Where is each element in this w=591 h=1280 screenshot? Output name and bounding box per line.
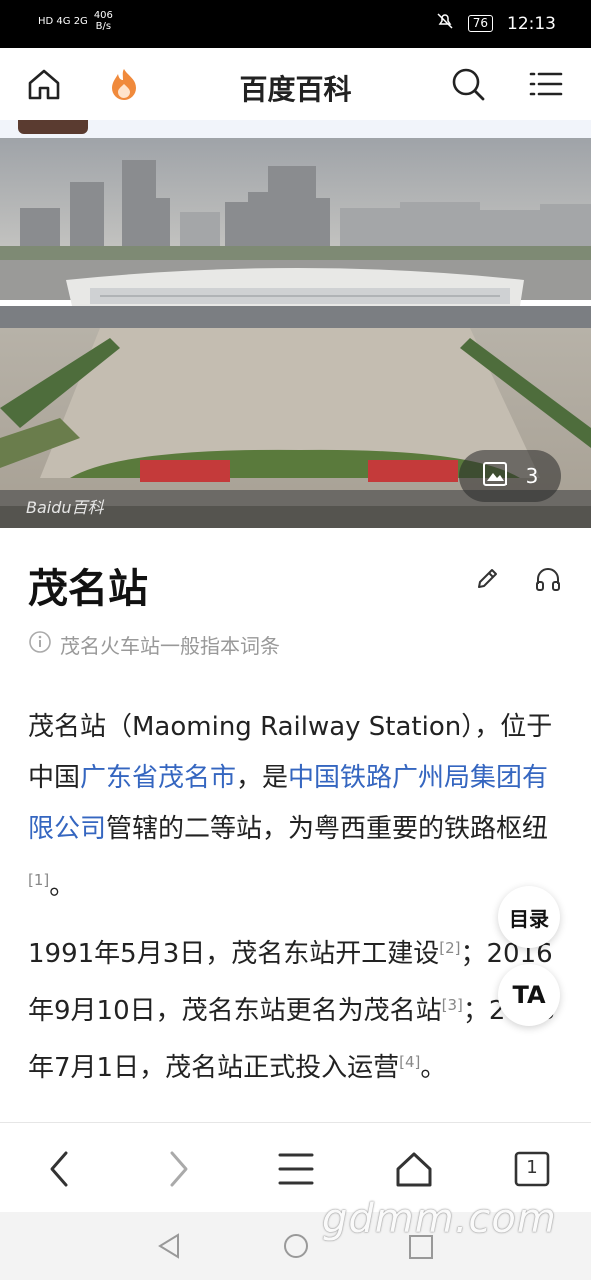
net-speed: 406 B/s: [93, 10, 113, 32]
signal-indicators: HD 4G 2G: [38, 15, 88, 27]
search-icon[interactable]: [450, 66, 486, 102]
gallery-button[interactable]: 3: [459, 450, 561, 502]
toc-button[interactable]: 目录: [498, 886, 560, 948]
image-strip: [0, 120, 591, 138]
thumbnail-edge[interactable]: [18, 120, 88, 134]
disambiguation-note[interactable]: 茂名火车站一般指本词条: [28, 630, 280, 659]
forward-arrow-icon[interactable]: [156, 1147, 200, 1191]
font-size-button[interactable]: TA: [498, 964, 560, 1026]
page-title-baike: 百度百科: [239, 73, 352, 106]
reference-3[interactable]: [3]: [442, 996, 463, 1014]
tabs-button[interactable]: 1: [510, 1147, 554, 1191]
nav-home-icon[interactable]: [282, 1232, 310, 1264]
article-paragraph-1: 茂名站（Maoming Railway Station），位于中国广东省茂名市，…: [28, 712, 553, 901]
headphones-icon[interactable]: [534, 566, 562, 596]
status-bar: HD 4G 2G 406 B/s 76 12:13: [0, 0, 591, 48]
info-icon: [28, 630, 52, 659]
article-title: 茂名站: [28, 566, 148, 612]
photo-watermark: Baidu百科: [26, 498, 104, 517]
nav-back-icon[interactable]: [156, 1232, 182, 1264]
tab-count: 1: [526, 1157, 538, 1178]
battery-indicator: 76: [467, 15, 493, 32]
mute-icon: [436, 12, 454, 35]
reference-4[interactable]: [4]: [399, 1053, 420, 1071]
link-guangdong-maoming[interactable]: 广东省茂名市: [80, 763, 236, 793]
reference-1[interactable]: [1]: [28, 871, 49, 889]
menu-icon[interactable]: [274, 1147, 318, 1191]
disambiguation-text: 茂名火车站一般指本词条: [60, 634, 280, 658]
back-arrow-icon[interactable]: [38, 1147, 82, 1191]
site-watermark: gdmm.com: [322, 1196, 557, 1242]
app-header: 百度百科: [0, 48, 591, 121]
reference-2[interactable]: [2]: [439, 939, 460, 957]
gallery-count: 3: [525, 464, 539, 488]
article-paragraph-2: 1991年5月3日，茂名东站开工建设[2]；2016年9月10日，茂名东站更名为…: [28, 939, 555, 1083]
clock: 12:13: [507, 13, 556, 34]
gallery-icon: [482, 461, 508, 492]
browser-home-icon[interactable]: [392, 1147, 436, 1191]
menu-list-icon[interactable]: [528, 66, 564, 102]
edit-pencil-icon[interactable]: [474, 566, 500, 596]
